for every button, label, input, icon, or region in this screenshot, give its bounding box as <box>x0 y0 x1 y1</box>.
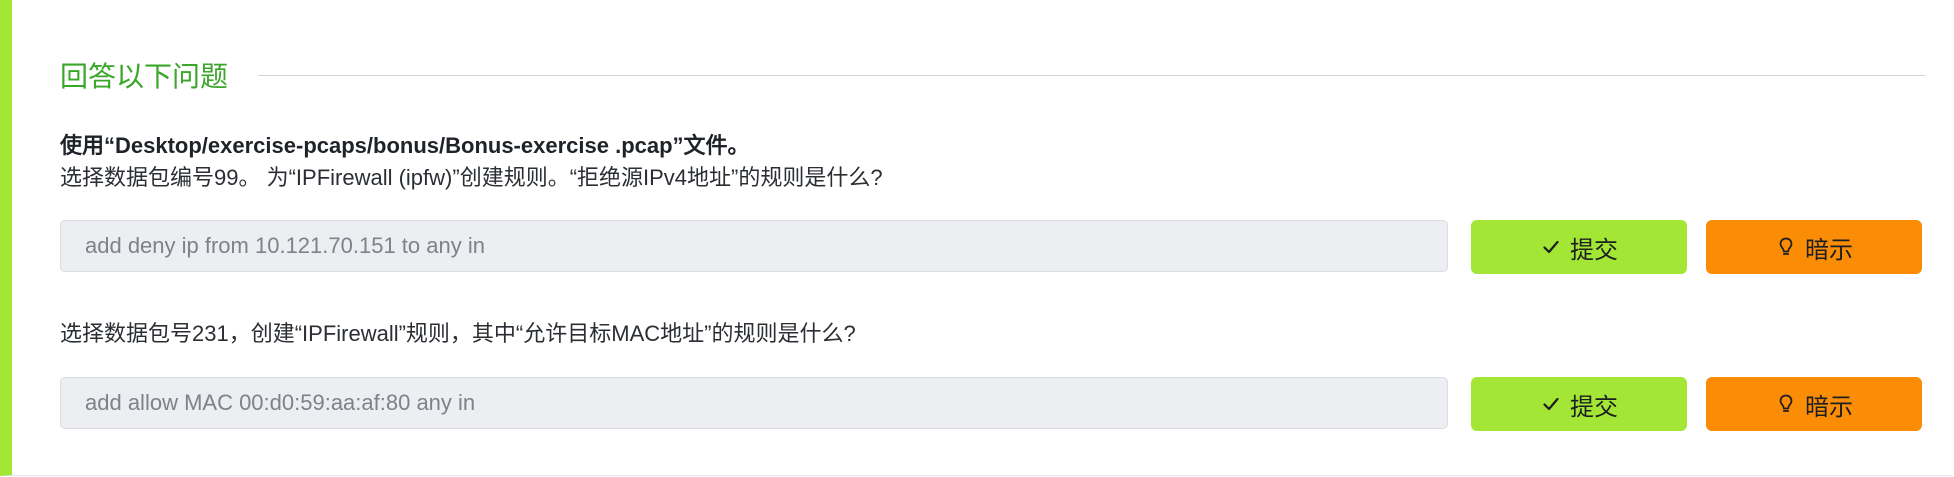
question-2-prompt: 选择数据包号231，创建“IPFirewall”规则，其中“允许目标MAC地址”… <box>60 321 856 346</box>
question-2-submit-button[interactable]: 提交 <box>1471 377 1687 431</box>
lightbulb-icon <box>1775 235 1797 259</box>
question-2-hint-label: 暗示 <box>1805 393 1853 421</box>
question-1-prompt: 选择数据包编号99。 为“IPFirewall (ipfw)”创建规则。“拒绝源… <box>60 165 883 190</box>
question-1-hint-button[interactable]: 暗示 <box>1706 220 1922 274</box>
section-title: 回答以下问题 <box>60 61 229 92</box>
question-2-submit-label: 提交 <box>1570 393 1618 421</box>
question-2-hint-button[interactable]: 暗示 <box>1706 377 1922 431</box>
checkmark-icon <box>1540 392 1562 416</box>
question-2-answer-input[interactable] <box>60 377 1448 429</box>
lightbulb-icon <box>1775 392 1797 416</box>
section-divider <box>258 74 1925 76</box>
question-1-submit-label: 提交 <box>1570 236 1618 264</box>
question-1-submit-button[interactable]: 提交 <box>1471 220 1687 274</box>
question-1-hint-label: 暗示 <box>1805 236 1853 264</box>
checkmark-icon <box>1540 235 1562 259</box>
question-card: 回答以下问题 使用“Desktop/exercise-pcaps/bonus/B… <box>0 0 1952 476</box>
question-1-answer-input[interactable] <box>60 220 1448 272</box>
section-header: 回答以下问题 <box>60 55 1925 95</box>
question-1-file-instruction: 使用“Desktop/exercise-pcaps/bonus/Bonus-ex… <box>60 133 750 158</box>
